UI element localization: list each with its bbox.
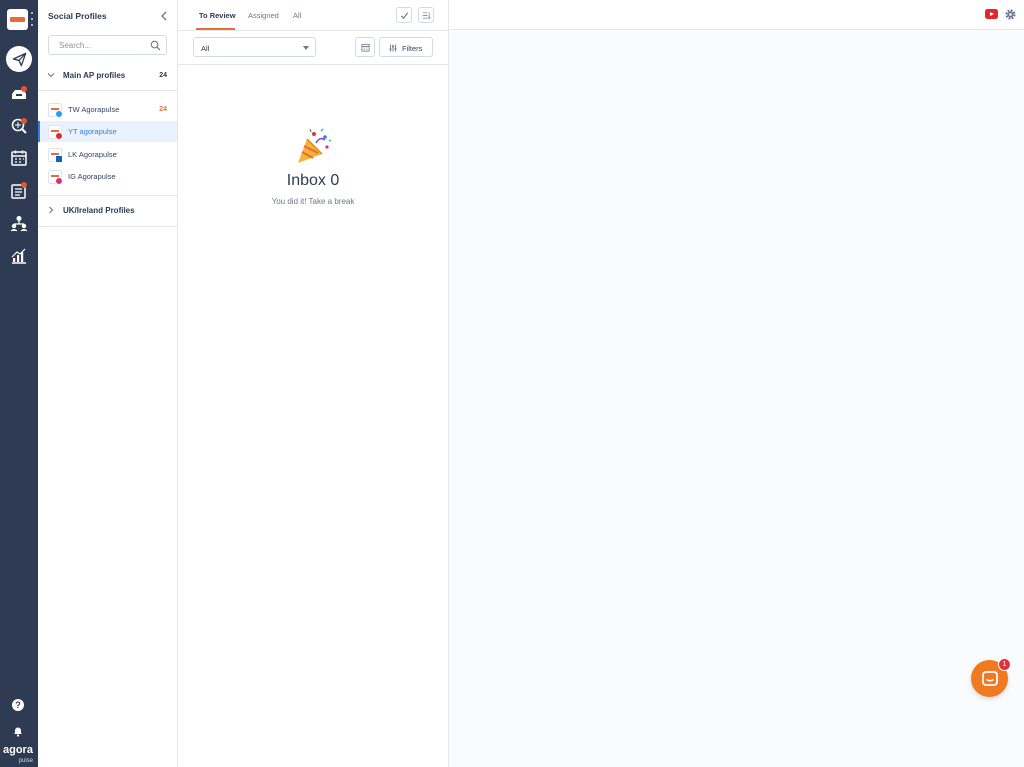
profile-group-uk-ireland[interactable]: UK/Ireland Profiles <box>38 196 177 226</box>
inbox-filter-select[interactable]: All <box>193 37 316 57</box>
workspace-logo[interactable] <box>7 9 28 30</box>
profile-name: IG Agorapulse <box>68 172 116 181</box>
youtube-badge-icon <box>55 132 63 140</box>
sort-icon <box>422 11 431 19</box>
inbox-tabs: To Review Assigned All <box>178 0 448 31</box>
listening-notification-dot <box>21 118 27 124</box>
tab-assigned[interactable]: Assigned <box>248 11 279 20</box>
social-profiles-panel: Social Profiles Search... Main AP profil… <box>38 0 178 767</box>
group-count: 24 <box>159 72 167 79</box>
tab-all[interactable]: All <box>293 11 301 20</box>
instagram-badge-icon <box>55 177 63 185</box>
divider <box>38 226 177 227</box>
workspace-menu-icon[interactable] <box>31 12 34 26</box>
inbox-notification-dot <box>21 86 27 92</box>
notifications-bell-icon[interactable] <box>12 724 24 737</box>
tab-to-review[interactable]: To Review <box>199 11 236 20</box>
profile-name: LK Agorapulse <box>68 150 117 159</box>
inbox-filter-bar: All Filters <box>178 31 448 65</box>
search-icon <box>150 40 161 51</box>
profile-name: YT agorapulse <box>68 127 117 136</box>
select-value: All <box>201 44 210 53</box>
date-range-button[interactable] <box>355 37 375 57</box>
publish-icon[interactable] <box>6 46 32 72</box>
chevron-down-icon <box>303 46 309 50</box>
search-placeholder: Search... <box>59 41 92 50</box>
inbox-panel: To Review Assigned All All Filters Inbox… <box>178 0 449 767</box>
check-icon <box>400 11 408 19</box>
detail-panel <box>449 0 1024 767</box>
calendar-icon <box>360 43 370 52</box>
chevron-down-icon <box>47 73 55 78</box>
chevron-right-icon <box>49 206 54 214</box>
twitter-badge-icon <box>55 110 63 118</box>
profile-count: 24 <box>159 106 167 113</box>
brand-main-text: agora <box>3 744 33 756</box>
profile-item-linkedin[interactable]: LK Agorapulse <box>38 144 177 165</box>
brand-sub-text: pulse <box>18 758 33 764</box>
mark-reviewed-button[interactable] <box>396 7 412 23</box>
party-popper-icon <box>298 128 332 163</box>
linkedin-badge-icon <box>55 155 63 163</box>
sort-button[interactable] <box>418 7 434 23</box>
app-window: ? agora pulse Social Profiles Search... … <box>0 0 1024 767</box>
group-name: Main AP profiles <box>63 71 126 80</box>
collapse-panel-icon[interactable] <box>159 9 169 21</box>
analytics-icon[interactable] <box>9 246 29 266</box>
group-name: UK/Ireland Profiles <box>63 206 135 215</box>
empty-state-subtitle: You did it! Take a break <box>271 197 355 206</box>
profile-name: TW Agorapulse <box>68 105 120 114</box>
profile-item-instagram[interactable]: IG Agorapulse <box>38 166 177 187</box>
detail-topbar <box>449 0 1024 30</box>
profile-search-input[interactable]: Search... <box>48 35 167 55</box>
reports-notification-dot <box>21 182 27 188</box>
profile-item-twitter[interactable]: TW Agorapulse 24 <box>38 99 177 120</box>
profile-group-main[interactable]: Main AP profiles 24 <box>38 61 177 91</box>
divider <box>38 90 177 91</box>
chat-unread-badge: 1 <box>998 658 1011 671</box>
sliders-icon <box>389 44 397 52</box>
youtube-icon[interactable] <box>985 9 998 19</box>
help-icon[interactable]: ? <box>12 699 24 711</box>
gear-icon[interactable] <box>1004 8 1017 21</box>
profile-item-youtube[interactable]: YT agorapulse <box>38 121 177 142</box>
filters-button[interactable]: Filters <box>379 37 433 57</box>
team-icon[interactable] <box>9 213 29 233</box>
main-nav-rail: ? agora pulse <box>0 0 38 767</box>
calendar-icon[interactable] <box>9 148 29 168</box>
filters-label: Filters <box>402 44 423 53</box>
empty-state-title: Inbox 0 <box>286 172 340 189</box>
active-tab-indicator <box>196 28 235 30</box>
chat-icon <box>981 670 998 686</box>
agorapulse-logo: agora pulse <box>3 745 35 767</box>
panel-title: Social Profiles <box>48 11 107 21</box>
